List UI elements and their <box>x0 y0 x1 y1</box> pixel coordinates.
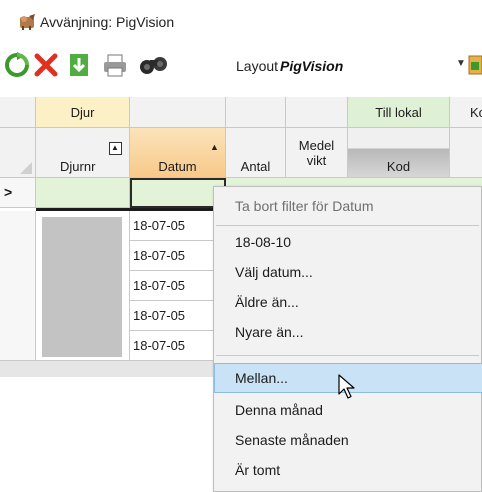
group-header-empty <box>286 97 348 128</box>
sort-box-icon[interactable]: ▲ <box>109 142 122 155</box>
menu-item-label: Äldre än... <box>235 294 299 310</box>
menu-separator <box>216 355 479 356</box>
filter-cell-datum[interactable] <box>130 178 226 208</box>
mouse-pointer-icon <box>338 374 358 400</box>
current-row-marker: > <box>4 184 13 200</box>
table-row[interactable]: 18-07-05 <box>130 241 226 271</box>
table-row[interactable]: 18-07-05 <box>130 271 226 301</box>
menu-separator <box>216 225 479 226</box>
group-header-empty <box>226 97 286 128</box>
row-headers <box>0 211 36 361</box>
binoculars-icon[interactable] <box>138 52 170 78</box>
app-pig-icon <box>19 13 37 31</box>
menu-item-date-value[interactable]: 18-08-10 <box>214 229 482 255</box>
column-header-antal-label: Antal <box>240 159 271 174</box>
window-title: Avvänjning: PigVision <box>40 14 175 30</box>
column-header-kod-label: Kod <box>386 159 411 174</box>
column-header-datum[interactable]: Datum ▲ <box>130 128 226 178</box>
group-header-next: Ko <box>450 97 482 128</box>
menu-item-is-empty[interactable]: Är tomt <box>214 457 482 483</box>
redacted-block <box>42 217 122 357</box>
menu-item-older-than[interactable]: Äldre än... <box>214 289 482 315</box>
corner-cell <box>0 97 36 128</box>
filter-context-menu: Ta bort filter för Datum 18-08-10 Välj d… <box>213 186 482 492</box>
menu-item-label: Mellan... <box>235 370 288 386</box>
date-value: 18-07-05 <box>133 338 186 353</box>
delete-icon[interactable] <box>33 52 59 78</box>
menu-item-label: Denna månad <box>235 402 323 418</box>
filter-row-header: > <box>0 178 36 208</box>
import-icon[interactable] <box>66 52 92 78</box>
menu-item-label: Ta bort filter för Datum <box>235 198 374 214</box>
menu-item-newer-than[interactable]: Nyare än... <box>214 319 482 345</box>
date-value: 18-07-05 <box>133 248 186 263</box>
column-header-next[interactable] <box>450 128 482 178</box>
group-header-empty <box>130 97 226 128</box>
sort-ascending-icon: ▲ <box>210 142 219 152</box>
group-header-next-label: Ko <box>470 105 482 120</box>
date-value: 18-07-05 <box>133 218 186 233</box>
filter-cell-djurnr[interactable] <box>36 178 130 208</box>
refresh-icon[interactable] <box>4 52 30 78</box>
export-icon[interactable] <box>468 52 482 78</box>
column-header-medelvikt-label: Medel vikt <box>298 138 335 168</box>
layout-select-value: PigVision <box>280 58 344 74</box>
menu-item-label: Senaste månaden <box>235 432 349 448</box>
chevron-down-icon[interactable]: ▼ <box>456 58 466 69</box>
group-header-djur-label: Djur <box>70 105 95 120</box>
print-icon[interactable] <box>102 52 128 78</box>
table-row[interactable]: 18-07-05 <box>130 301 226 331</box>
menu-item-choose-date[interactable]: Välj datum... <box>214 259 482 285</box>
column-header-djurnr-label: Djurnr <box>60 159 96 174</box>
djurnr-column <box>36 211 130 361</box>
column-header-datum-label: Datum <box>158 159 197 174</box>
date-value: 18-07-05 <box>133 308 186 323</box>
menu-item-remove-filter[interactable]: Ta bort filter för Datum <box>214 193 482 219</box>
layout-label: Layout <box>236 58 279 74</box>
table-row[interactable]: 18-07-05 <box>130 211 226 241</box>
menu-item-last-month[interactable]: Senaste månaden <box>214 427 482 453</box>
row-header-corner <box>0 128 36 178</box>
group-header-till-lokal: Till lokal <box>348 97 450 128</box>
menu-item-this-month[interactable]: Denna månad <box>214 397 482 423</box>
menu-item-label: Nyare än... <box>235 324 304 340</box>
column-header-medelvikt[interactable]: Medel vikt <box>286 128 348 178</box>
group-header-djur: Djur <box>36 97 130 128</box>
menu-item-label: 18-08-10 <box>235 234 292 250</box>
table-row[interactable]: 18-07-05 <box>130 331 226 361</box>
column-header-antal[interactable]: Antal <box>226 128 286 178</box>
column-header-kod[interactable]: Kod <box>348 128 450 178</box>
menu-item-label: Är tomt <box>235 462 281 478</box>
date-value: 18-07-05 <box>133 278 186 293</box>
menu-item-label: Välj datum... <box>235 264 313 280</box>
column-header-djurnr[interactable]: Djurnr ▲ <box>36 128 130 178</box>
group-header-till-lokal-label: Till lokal <box>375 105 422 120</box>
